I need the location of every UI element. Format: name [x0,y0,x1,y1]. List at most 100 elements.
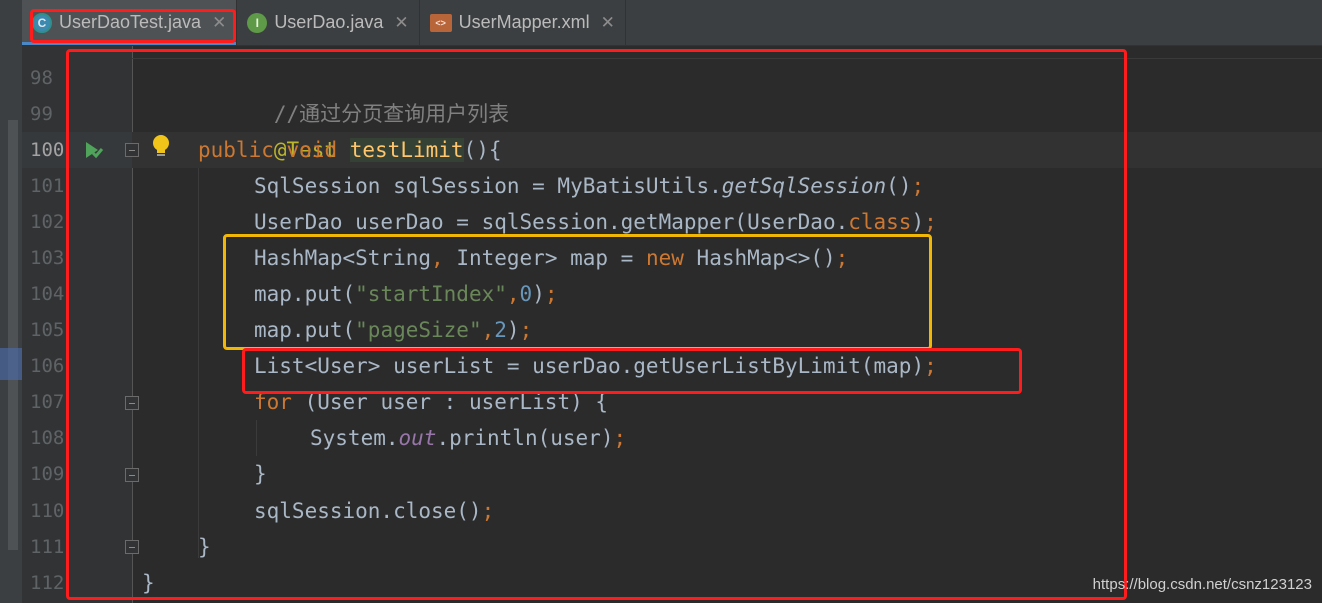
code-token: System. [310,426,399,450]
indent-guide [198,168,199,558]
comma-token: , [431,246,444,270]
code-line-102[interactable]: UserDao userDao = sqlSession.getMapper(U… [254,204,937,240]
code-token: SqlSession sqlSession = MyBatisUtils. [254,174,722,198]
code-token: (){ [463,138,502,162]
line-number: 107 [30,391,65,413]
code-line-105[interactable]: map.put("pageSize",2); [254,312,532,348]
line-number: 101 [30,175,65,197]
line-number: 109 [30,463,65,485]
string-token: "startIndex" [355,282,507,306]
code-token: HashMap<>() [683,246,836,270]
code-token: ) [911,210,925,234]
code-line-99[interactable]: @Test [198,96,337,162]
semicolon-token: ; [481,499,495,523]
line-number: 98 [30,67,53,89]
semicolon-token: ; [613,426,627,450]
semicolon-token: ; [519,318,533,342]
string-token: "pageSize" [355,318,482,342]
code-token: List<User> userList = userDao.getUserLis… [254,354,925,378]
code-line-108[interactable]: System.out.println(user); [310,420,626,456]
static-call-token: getSqlSession [721,174,887,198]
tool-strip-marker [0,348,22,380]
static-field-token: out [398,426,437,450]
number-token: 2 [494,318,507,342]
code-token: ) [532,282,545,306]
code-token: } [254,462,267,486]
ide-window: C UserDaoTest.java ✕ I UserDao.java ✕ <>… [0,0,1322,603]
gutter-divider [132,46,133,603]
code-token: sqlSession.close() [254,499,482,523]
tab-label: UserDaoTest.java [59,12,202,32]
code-token: Integer> map = [443,246,646,270]
editor-tab-bar: C UserDaoTest.java ✕ I UserDao.java ✕ <>… [22,0,1322,46]
code-token: } [198,535,211,559]
fold-marker[interactable] [125,468,139,482]
code-line-110[interactable]: sqlSession.close(); [254,493,494,529]
code-line-104[interactable]: map.put("startIndex",0); [254,276,558,312]
keyword-token: class [848,210,912,234]
tab-label: UserMapper.xml [458,12,590,32]
close-icon[interactable]: ✕ [601,13,615,33]
code-line-109[interactable]: } [254,456,267,492]
keyword-token: void [286,138,338,162]
line-number: 110 [30,500,65,522]
semicolon-token: ; [924,210,937,234]
lightbulb-icon[interactable] [151,134,171,160]
line-number: 112 [30,572,65,594]
line-number: 100 [30,139,65,161]
line-number: 103 [30,247,65,269]
close-icon[interactable]: ✕ [212,13,226,33]
fold-marker[interactable] [125,540,139,554]
line-number: 99 [30,103,53,125]
code-line-103[interactable]: HashMap<String, Integer> map = new HashM… [254,240,848,276]
code-token: map.put( [254,282,356,306]
watermark: https://blog.csdn.net/csnz123123 [1092,576,1312,593]
fold-marker[interactable] [125,396,139,410]
code-token: (User user : userList) { [291,390,609,414]
tab-userdao-java[interactable]: I UserDao.java ✕ [237,0,420,45]
code-token: HashMap<String [254,246,432,270]
code-line-98[interactable]: //通过分页查询用户列表 [198,60,509,126]
line-number: 106 [30,355,65,377]
tool-strip-panel [8,120,18,550]
code-token: UserDao userDao = sqlSession.getMapper(U… [254,210,849,234]
project-tool-strip[interactable] [0,0,22,603]
tab-userdaotest-java[interactable]: C UserDaoTest.java ✕ [22,0,238,45]
tab-usermapper-xml[interactable]: <> UserMapper.xml ✕ [420,0,626,45]
method-name-token: testLimit [349,138,464,162]
code-token: .println(user) [436,426,614,450]
comma-token: , [481,318,495,342]
java-class-icon: C [32,12,52,33]
xml-file-icon: <> [429,13,452,32]
code-token: ) [506,318,520,342]
line-number: 102 [30,211,65,233]
code-line-111[interactable]: } [198,529,211,565]
code-line-106[interactable]: List<User> userList = userDao.getUserLis… [254,348,937,384]
line-number: 108 [30,427,65,449]
code-token: } [142,571,155,595]
code-token: () [886,174,912,198]
keyword-token: public [198,138,274,162]
code-line-112[interactable]: } [142,565,155,601]
fold-marker[interactable] [125,143,139,157]
line-number: 104 [30,283,65,305]
code-editor[interactable]: 98 99 100 101 102 103 104 105 106 107 10… [22,46,1322,603]
semicolon-token: ; [924,354,937,378]
code-line-100[interactable]: public void testLimit(){ [198,132,501,168]
java-interface-icon: I [247,12,268,33]
code-line-101[interactable]: SqlSession sqlSession = MyBatisUtils.get… [254,168,924,204]
keyword-token: for [254,390,292,414]
line-number: 111 [30,536,65,558]
indent-guide [256,420,257,456]
semicolon-token: ; [835,246,849,270]
code-line-107[interactable]: for (User user : userList) { [254,384,608,420]
keyword-token: new [645,246,684,270]
number-token: 0 [519,282,533,306]
tab-label: UserDao.java [274,12,384,32]
line-number: 105 [30,319,65,341]
semicolon-token: ; [544,282,558,306]
semicolon-token: ; [911,174,925,198]
comma-token: , [506,282,520,306]
run-test-icon[interactable] [82,139,104,161]
close-icon[interactable]: ✕ [394,13,408,33]
